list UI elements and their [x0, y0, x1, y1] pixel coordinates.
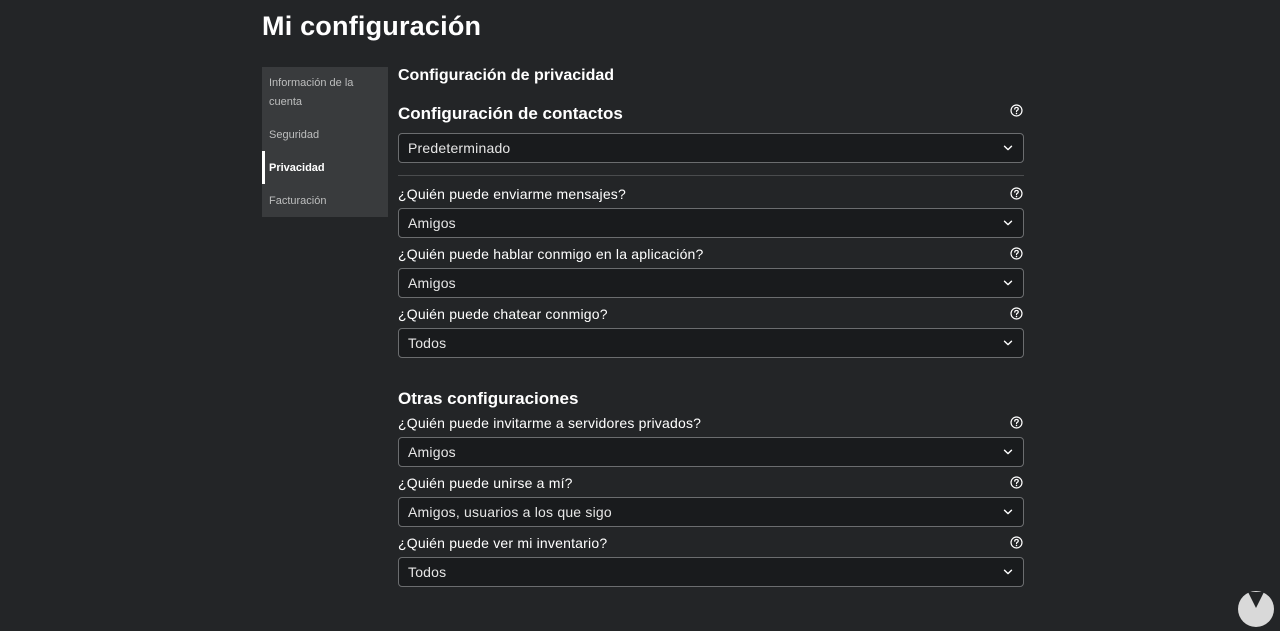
help-circle-icon[interactable] — [1010, 307, 1023, 320]
page-title: Mi configuración — [262, 11, 482, 41]
help-circle-icon[interactable] — [1010, 104, 1023, 117]
help-circle-icon[interactable] — [1010, 416, 1023, 429]
in-app-talk-select[interactable]: Amigos — [398, 268, 1024, 298]
chevron-down-icon — [1003, 220, 1013, 226]
join-me-value: Amigos, usuarios a los que sigo — [408, 504, 612, 520]
other-settings-title: Otras configuraciones — [398, 389, 579, 408]
contact-settings-select[interactable]: Predeterminado — [398, 133, 1024, 163]
section-divider — [398, 175, 1024, 176]
chevron-down-icon — [1003, 145, 1013, 151]
settings-page: Mi configuración Información de la cuent… — [0, 0, 1280, 631]
join-me-label: ¿Quién puede unirse a mí? — [398, 475, 573, 491]
chat-value: Todos — [408, 335, 447, 351]
chevron-down-icon — [1003, 280, 1013, 286]
messages-label: ¿Quién puede enviarme mensajes? — [398, 186, 626, 202]
sidebar-item-account-info[interactable]: Información de la cuenta — [262, 74, 388, 112]
chat-select[interactable]: Todos — [398, 328, 1024, 358]
sidebar-item-privacy[interactable]: Privacidad — [262, 151, 388, 184]
chevron-down-icon — [1003, 449, 1013, 455]
chevron-down-icon — [1003, 509, 1013, 515]
join-me-select[interactable]: Amigos, usuarios a los que sigo — [398, 497, 1024, 527]
watermark-logo-icon — [1238, 591, 1274, 627]
chat-label: ¿Quién puede chatear conmigo? — [398, 306, 608, 322]
chevron-down-icon — [1003, 569, 1013, 575]
contact-settings-title: Configuración de contactos — [398, 104, 623, 123]
help-circle-icon[interactable] — [1010, 247, 1023, 260]
chevron-down-icon — [1003, 340, 1013, 346]
private-servers-label: ¿Quién puede invitarme a servidores priv… — [398, 415, 702, 431]
contact-settings-value: Predeterminado — [408, 140, 511, 156]
messages-value: Amigos — [408, 215, 456, 231]
sidebar-item-billing[interactable]: Facturación — [262, 192, 388, 211]
in-app-talk-label: ¿Quién puede hablar conmigo en la aplica… — [398, 246, 704, 262]
sidebar-item-security[interactable]: Seguridad — [262, 126, 388, 145]
inventory-select[interactable]: Todos — [398, 557, 1024, 587]
in-app-talk-value: Amigos — [408, 275, 456, 291]
help-circle-icon[interactable] — [1010, 187, 1023, 200]
messages-select[interactable]: Amigos — [398, 208, 1024, 238]
inventory-value: Todos — [408, 564, 447, 580]
privacy-section-title: Configuración de privacidad — [398, 67, 615, 84]
settings-sidebar: Información de la cuenta Seguridad Priva… — [262, 67, 388, 217]
inventory-label: ¿Quién puede ver mi inventario? — [398, 535, 608, 551]
private-servers-select[interactable]: Amigos — [398, 437, 1024, 467]
help-circle-icon[interactable] — [1010, 536, 1023, 549]
help-circle-icon[interactable] — [1010, 476, 1023, 489]
private-servers-value: Amigos — [408, 444, 456, 460]
